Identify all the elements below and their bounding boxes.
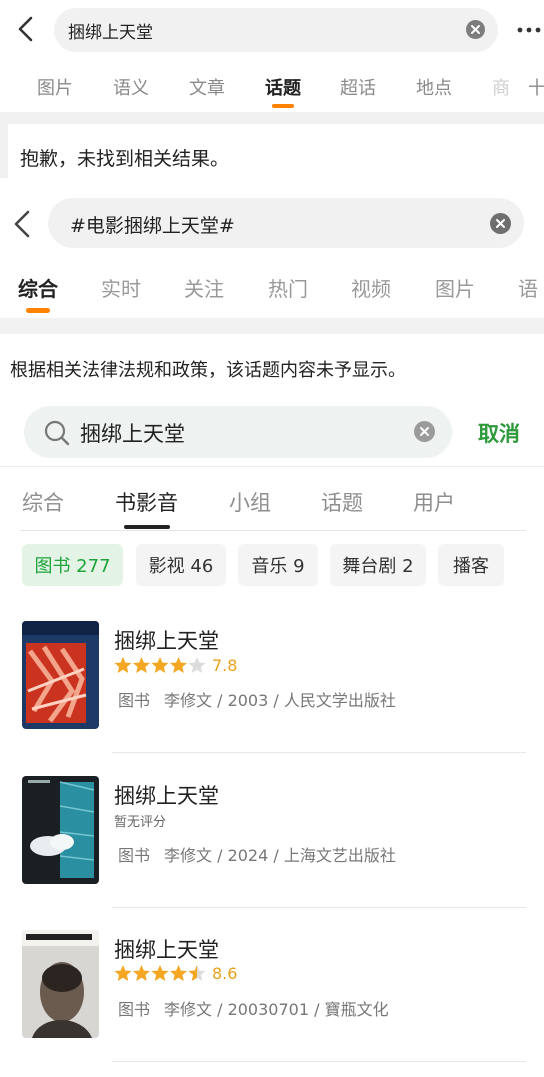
search-icon bbox=[44, 420, 70, 446]
tab-users[interactable]: 用户 bbox=[413, 487, 455, 517]
tab-images[interactable]: 图片 bbox=[435, 273, 475, 302]
rating-score: 7.8 bbox=[212, 655, 238, 675]
star-rating-icon bbox=[114, 657, 206, 673]
tab-topics[interactable]: 话题 bbox=[265, 74, 301, 100]
section-divider bbox=[0, 318, 544, 334]
book-type-tag: 图书 bbox=[118, 846, 151, 865]
tab-comprehensive[interactable]: 综合 bbox=[18, 273, 58, 302]
book-cover-image[interactable] bbox=[22, 776, 99, 884]
star-rating-icon bbox=[114, 965, 206, 981]
row-divider bbox=[112, 907, 526, 908]
active-tab-indicator bbox=[124, 525, 170, 529]
rating-score: 8.6 bbox=[212, 963, 238, 983]
chip-books[interactable]: 图书 277 bbox=[22, 544, 123, 586]
no-rating-label: 暂无评分 bbox=[114, 815, 167, 830]
search-input[interactable]: 捆绑上天堂 bbox=[80, 418, 185, 448]
tab-following[interactable]: 关注 bbox=[184, 273, 224, 302]
tab-books-movies-music[interactable]: 书影音 bbox=[115, 487, 178, 517]
tab-hot[interactable]: 热门 bbox=[268, 273, 308, 302]
book-cover-image[interactable] bbox=[22, 930, 99, 1038]
search-input[interactable]: #电影捆绑上天堂# bbox=[70, 211, 235, 238]
active-tab-indicator bbox=[26, 308, 50, 313]
chip-film-tv[interactable]: 影视 46 bbox=[136, 544, 226, 586]
book-type-tag: 图书 bbox=[118, 691, 151, 710]
chip-music[interactable]: 音乐 9 bbox=[238, 544, 318, 586]
no-results-message: 抱歉，未找到相关结果。 bbox=[20, 148, 230, 170]
tab-articles[interactable]: 文章 bbox=[189, 74, 225, 100]
book-title[interactable]: 捆绑上天堂 bbox=[114, 780, 219, 810]
censored-notice: 根据相关法律法规和政策，该话题内容未予显示。 bbox=[10, 360, 406, 381]
more-options-icon[interactable] bbox=[514, 16, 544, 44]
clear-search-icon[interactable] bbox=[490, 213, 511, 234]
clear-search-icon[interactable] bbox=[414, 421, 435, 442]
tab-groups[interactable]: 小组 bbox=[229, 487, 271, 517]
tab-realtime[interactable]: 实时 bbox=[101, 273, 141, 302]
book-cover-image[interactable] bbox=[22, 621, 99, 729]
tab-super-topics[interactable]: 超话 bbox=[340, 74, 376, 100]
book-title[interactable]: 捆绑上天堂 bbox=[114, 625, 219, 655]
book-info: 李修文 / 20030701 / 寶瓶文化 bbox=[164, 1000, 389, 1019]
rating-stars: 7.8 bbox=[114, 655, 238, 675]
back-arrow-icon[interactable] bbox=[8, 208, 38, 240]
tab-topics[interactable]: 话题 bbox=[321, 487, 363, 517]
tab-comprehensive[interactable]: 综合 bbox=[22, 487, 64, 517]
tab-video[interactable]: 视频 bbox=[351, 273, 391, 302]
divider bbox=[0, 466, 544, 467]
row-divider bbox=[112, 1061, 526, 1062]
tab-semantic[interactable]: 语义 bbox=[113, 74, 149, 100]
search-input[interactable]: 捆绑上天堂 bbox=[68, 18, 153, 43]
book-info: 李修文 / 2003 / 人民文学出版社 bbox=[164, 691, 396, 710]
cancel-button[interactable]: 取消 bbox=[478, 418, 520, 448]
tab-more-partial[interactable]: 十 bbox=[528, 74, 544, 100]
book-info: 李修文 / 2024 / 上海文艺出版社 bbox=[164, 846, 396, 865]
chip-podcast[interactable]: 播客 bbox=[438, 544, 504, 586]
divider bbox=[20, 530, 526, 531]
clear-search-icon[interactable] bbox=[466, 20, 485, 39]
tab-shop-partial[interactable]: 商 bbox=[492, 74, 510, 100]
tab-more-partial[interactable]: 语 bbox=[518, 273, 538, 302]
book-title[interactable]: 捆绑上天堂 bbox=[114, 934, 219, 964]
back-arrow-icon[interactable] bbox=[12, 14, 42, 44]
tab-images[interactable]: 图片 bbox=[37, 74, 73, 100]
chip-stage[interactable]: 舞台剧 2 bbox=[330, 544, 426, 586]
row-divider bbox=[112, 752, 526, 753]
tab-places[interactable]: 地点 bbox=[416, 74, 452, 100]
book-type-tag: 图书 bbox=[118, 1000, 151, 1019]
rating-stars: 8.6 bbox=[114, 963, 238, 983]
active-tab-indicator bbox=[272, 104, 294, 108]
